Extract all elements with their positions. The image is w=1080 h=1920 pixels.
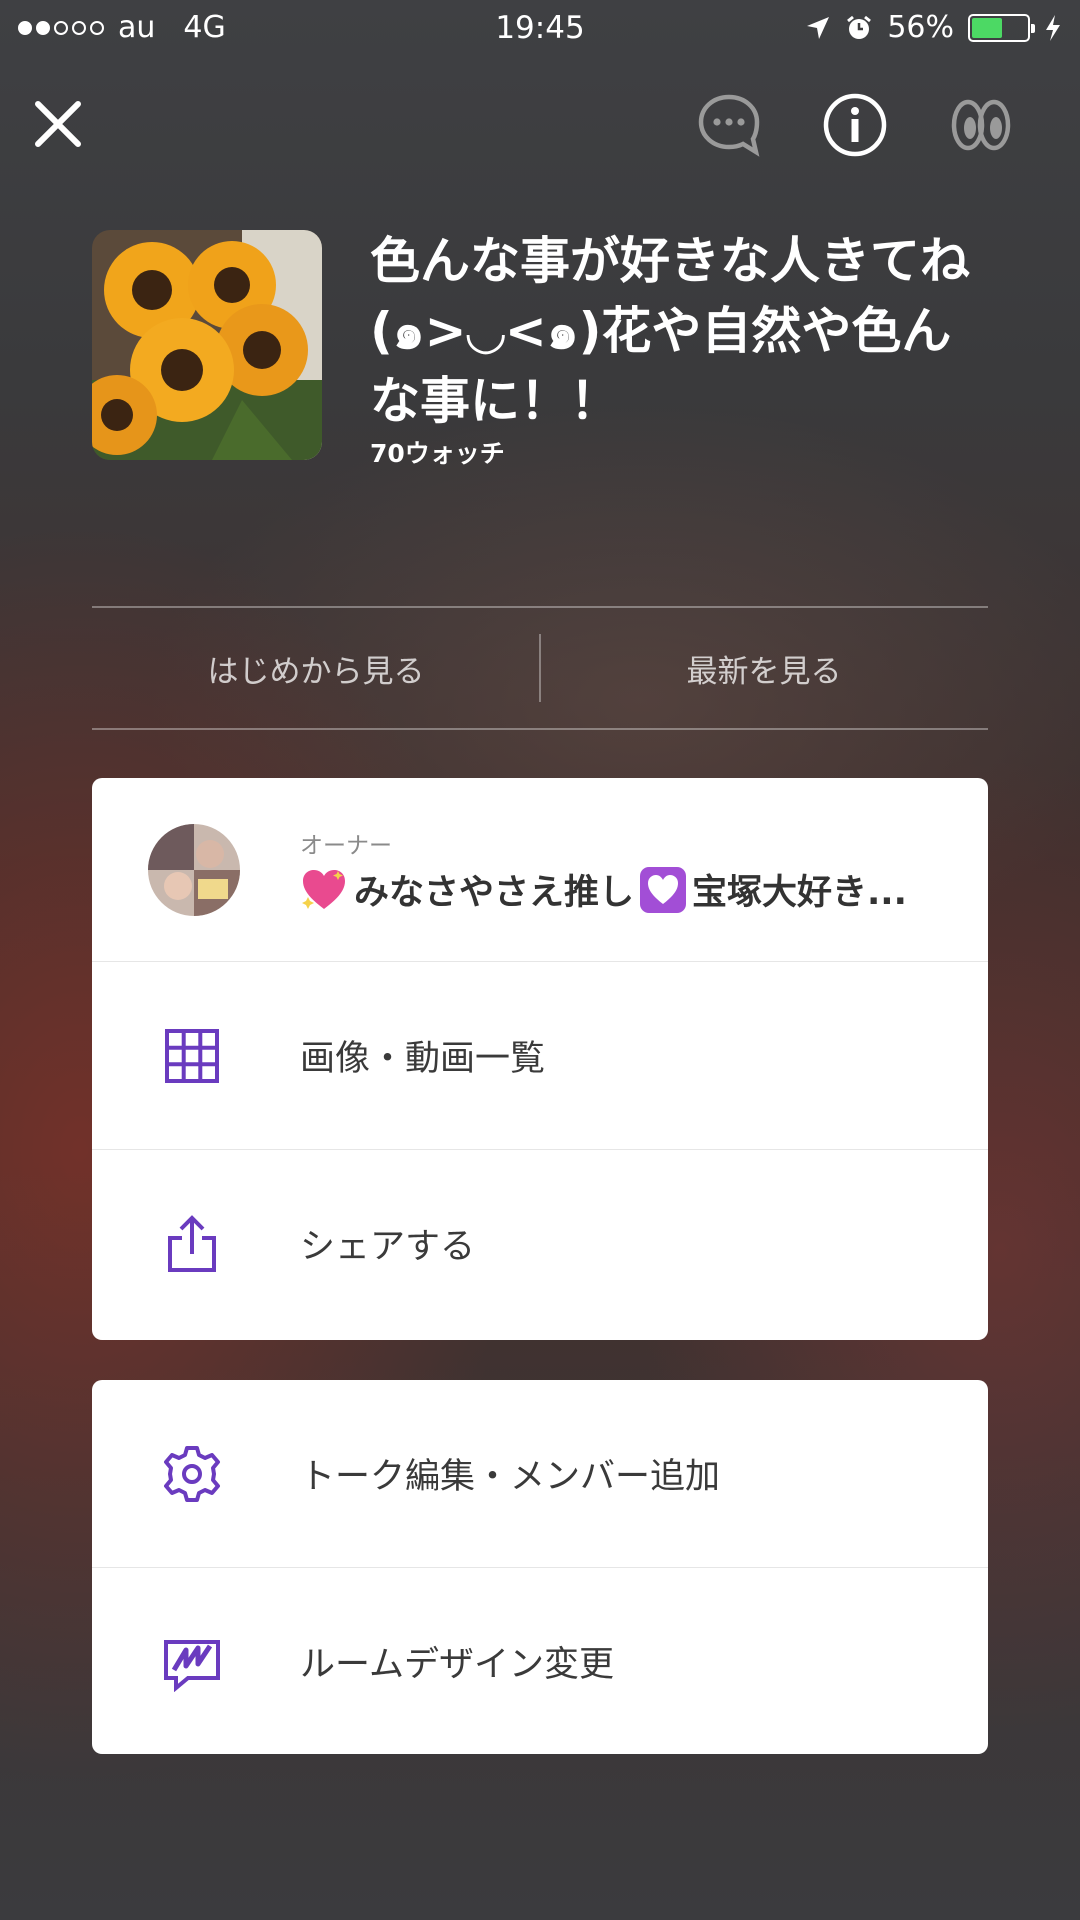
gear-icon [164,1445,220,1502]
watch-eyes-icon[interactable] [946,90,1016,160]
talk-edit-row[interactable]: トーク編集・メンバー追加 [92,1380,988,1568]
talk-edit-label: トーク編集・メンバー追加 [300,1457,721,1497]
room-thumbnail[interactable] [92,230,322,460]
chat-bubble-icon[interactable] [694,90,764,160]
room-design-label: ルームデザイン変更 [300,1645,614,1685]
sunflower-image [92,230,322,460]
room-design-icon [164,1639,220,1692]
settings-card: トーク編集・メンバー追加 ルームデザイン変更 [92,1380,988,1754]
share-label: シェアする [300,1227,476,1267]
owner-name-text: みなさやさえ推し [354,873,635,913]
share-icon [168,1214,216,1272]
view-buttons: はじめから見る 最新を見る [92,606,988,730]
view-latest-button[interactable]: 最新を見る [540,608,988,728]
purple-heart-icon [640,866,687,913]
room-design-row[interactable]: ルームデザイン変更 [92,1568,988,1754]
sparkling-heart-icon [302,869,345,909]
status-bar: au 4G 19:45 56% [0,0,1080,58]
battery-percent: 56% [887,10,954,45]
battery-icon [968,13,1035,42]
location-arrow-icon [807,16,830,39]
media-list-row[interactable]: 画像・動画一覧 [92,962,988,1150]
watch-count: 70ウォッチ [370,439,505,468]
owner-name: みなさやさえ推し 宝塚大好き... [300,864,960,915]
room-menu-card: オーナー みなさやさえ推し 宝塚大好き... 画像・動画一覧 シェアする [92,778,988,1340]
media-list-label: 画像・動画一覧 [300,1039,546,1079]
owner-row[interactable]: オーナー みなさやさえ推し 宝塚大好き... [92,778,988,962]
owner-avatar [148,824,240,916]
owner-caption: オーナー [300,833,392,859]
share-row[interactable]: シェアする [92,1150,988,1337]
close-icon[interactable] [30,96,86,152]
info-icon[interactable] [820,90,890,160]
charging-bolt-icon [1046,14,1060,41]
view-from-start-button[interactable]: はじめから見る [92,608,540,728]
room-title: 色んな事が好きな人きてね(๑>◡<๑)花や自然や色んな事に！！ [370,232,970,430]
grid-icon [165,1028,219,1083]
status-right: 56% [805,10,1062,45]
alarm-icon [847,15,872,39]
owner-name-tail: 宝塚大好き... [692,873,907,913]
